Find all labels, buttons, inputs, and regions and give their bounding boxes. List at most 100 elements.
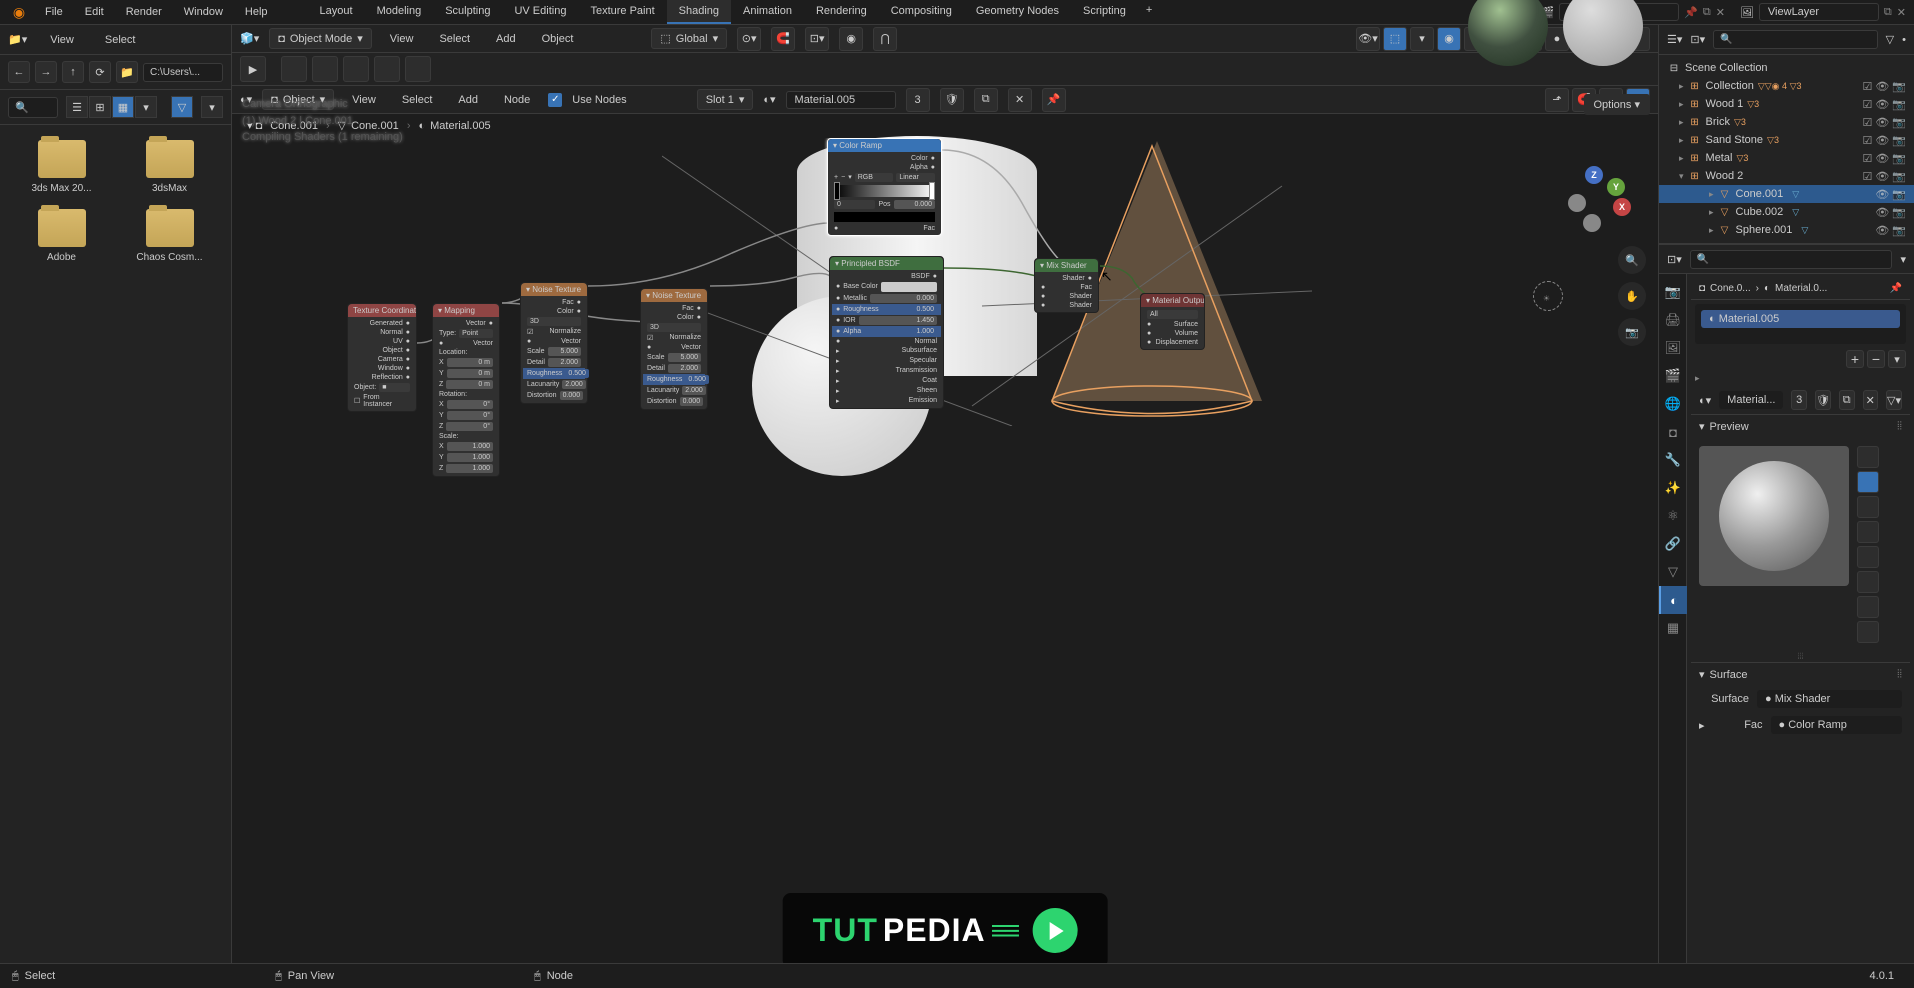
folder-item[interactable]: 3ds Max 20... (15, 140, 108, 194)
socket-bsdf[interactable]: BSDF ● (832, 272, 941, 281)
copy-layer-icon[interactable]: ⧉ (1884, 6, 1892, 19)
bc-material[interactable]: ◐ Material.005 (418, 120, 490, 132)
fb-search-field[interactable]: 🔍 (8, 97, 58, 118)
tab-object[interactable]: ◘ (1659, 418, 1687, 446)
orientation-selector[interactable]: ⬚ Global ▾ (651, 28, 727, 49)
socket-vector[interactable]: ● Vector (643, 343, 705, 352)
properties-editor-icon[interactable]: ⊡▾ (1667, 253, 1682, 266)
fac-field[interactable]: ● Color Ramp (1771, 716, 1902, 734)
nav-newfolder-button[interactable]: 📁 (116, 61, 138, 83)
nav-back-button[interactable]: ← (8, 61, 30, 83)
type-field[interactable]: Type:Point (435, 328, 497, 339)
outliner-search[interactable]: 🔍 (1713, 30, 1878, 49)
preview-cloth[interactable] (1857, 571, 1879, 593)
socket-camera[interactable]: Camera ● (350, 355, 414, 364)
node-canvas[interactable]: Texture Coordinate Generated ● Normal ● … (232, 138, 1658, 988)
proportional-button[interactable]: ◉ (839, 27, 863, 51)
tab-world[interactable]: 🌐 (1659, 390, 1687, 418)
render-menu[interactable]: Render (116, 2, 172, 22)
tab-render[interactable]: 📷 (1659, 278, 1687, 306)
tab-physics[interactable]: ⚛ (1659, 502, 1687, 530)
node-header[interactable]: ▾ Principled BSDF (830, 257, 943, 270)
slot-selector[interactable]: Slot 1 ▾ (697, 89, 754, 110)
distortion-field[interactable]: Distortion0.000 (523, 390, 585, 401)
distortion-field[interactable]: Distortion0.000 (643, 396, 705, 407)
viewport-options-button[interactable]: Options ▾ (1584, 94, 1651, 115)
socket-displacement[interactable]: ● Displacement (1143, 338, 1202, 347)
collection-metal[interactable]: ▸⊞ Metal ▽3 ☑👁📷 (1659, 149, 1914, 167)
color-ramp-gradient[interactable] (834, 185, 935, 197)
tab-texture[interactable]: ▦ (1659, 614, 1687, 642)
proportional-dropdown[interactable]: ⋂ (873, 27, 897, 51)
preview-world[interactable] (1857, 621, 1879, 643)
bc-object-name[interactable]: Cone.0... (1710, 283, 1751, 294)
normal-section[interactable]: ● Normal (832, 337, 941, 346)
mat-nodetree-button[interactable]: ▽▾ (1886, 390, 1902, 410)
surface-shader-field[interactable]: ● Mix Shader (1757, 690, 1902, 708)
surface-section-header[interactable]: ▾ Surface⦙⦙ (1691, 663, 1910, 686)
socket-fac[interactable]: Fac ● (523, 298, 585, 307)
tab-constraints[interactable]: 🔗 (1659, 530, 1687, 558)
socket-uv[interactable]: UV ● (350, 337, 414, 346)
delete-scene-icon[interactable]: ✕ (1716, 6, 1725, 19)
view-thumb-button[interactable]: ▦ (112, 96, 134, 118)
node-header[interactable]: Texture Coordinate (348, 304, 416, 317)
loc-x[interactable]: X0 m (435, 357, 497, 368)
help-menu[interactable]: Help (235, 2, 278, 22)
new-collection-icon[interactable]: • (1902, 34, 1906, 46)
socket-surface[interactable]: ● Surface (1143, 320, 1202, 329)
cursor-tool[interactable] (281, 56, 307, 82)
pin-icon[interactable]: 📌 (1684, 6, 1698, 19)
workspace-modeling[interactable]: Modeling (365, 0, 434, 24)
outliner-editor-icon[interactable]: ☰▾ (1667, 33, 1682, 46)
workspace-compositing[interactable]: Compositing (879, 0, 964, 24)
roughness-field[interactable]: Roughness0.500 (643, 374, 705, 385)
node-noise-texture-2[interactable]: ▾ Noise Texture Fac ● Color ● 3D ☑ Norma… (640, 288, 708, 410)
snap-button[interactable]: 🧲 (771, 27, 795, 51)
base-color-field[interactable]: ● Base Color (832, 281, 941, 293)
ramp-controls[interactable]: +−▾ RGB Linear (830, 172, 939, 183)
collection-wood2[interactable]: ▾⊞ Wood 2 ☑👁📷 (1659, 167, 1914, 185)
preview-fluid[interactable] (1857, 596, 1879, 618)
socket-color[interactable]: Color ● (523, 307, 585, 316)
workspace-layout[interactable]: Layout (308, 0, 365, 24)
gizmo-toggle[interactable]: ⬚ (1383, 27, 1407, 51)
workspace-uv[interactable]: UV Editing (502, 0, 578, 24)
pin-material-button[interactable]: 📌 (1042, 88, 1066, 112)
options-icon[interactable]: ▾ (1900, 253, 1906, 266)
preview-cube[interactable] (1857, 496, 1879, 518)
normalize-checkbox[interactable]: ☑ Normalize (523, 327, 585, 337)
select-tool-4[interactable] (374, 56, 400, 82)
roughness-field[interactable]: Roughness0.500 (523, 368, 585, 379)
node-color-ramp[interactable]: ▾ Color Ramp Color ● Alpha ● +−▾ RGB Lin… (827, 138, 942, 236)
select-tool-3[interactable] (343, 56, 369, 82)
path-field[interactable]: C:\Users\... (143, 63, 223, 82)
node-header[interactable]: ▾ Material Output (1141, 294, 1204, 307)
select-tool-2[interactable] (312, 56, 338, 82)
workspace-scripting[interactable]: Scripting (1071, 0, 1138, 24)
display-mode-icon[interactable]: ⊡▾ (1690, 33, 1705, 46)
nav-refresh-button[interactable]: ⟳ (89, 61, 111, 83)
loc-z[interactable]: Z0 m (435, 379, 497, 390)
mat-browse-icon[interactable]: ◐▾ (1699, 394, 1711, 407)
socket-object[interactable]: Object ● (350, 346, 414, 355)
fb-select-menu[interactable]: Select (97, 30, 144, 50)
transmission-section[interactable]: ▸ Transmission (832, 366, 941, 376)
edit-menu[interactable]: Edit (75, 2, 114, 22)
workspace-add-button[interactable]: + (1138, 0, 1160, 24)
rot-y[interactable]: Y0° (435, 410, 497, 421)
workspace-rendering[interactable]: Rendering (804, 0, 879, 24)
dimensions-field[interactable]: 3D (643, 322, 705, 333)
socket-vector-in[interactable]: ● Vector (435, 339, 497, 348)
scale-y[interactable]: Y1.000 (435, 452, 497, 463)
vp-select-menu[interactable]: Select (431, 29, 478, 49)
pivot-button[interactable]: ⊙▾ (737, 27, 761, 51)
lacunarity-field[interactable]: Lacunarity2.000 (523, 379, 585, 390)
subsurface-section[interactable]: ▸ Subsurface (832, 346, 941, 356)
socket-shader2[interactable]: ● Shader (1037, 301, 1096, 310)
socket-fac[interactable]: ● Fac (830, 224, 939, 233)
parent-node-button[interactable]: ⬏ (1545, 88, 1569, 112)
folder-item[interactable]: 3dsMax (123, 140, 216, 194)
pin-icon[interactable]: 📌 (1890, 283, 1902, 294)
fake-user-button[interactable]: 🛡 (940, 88, 964, 112)
